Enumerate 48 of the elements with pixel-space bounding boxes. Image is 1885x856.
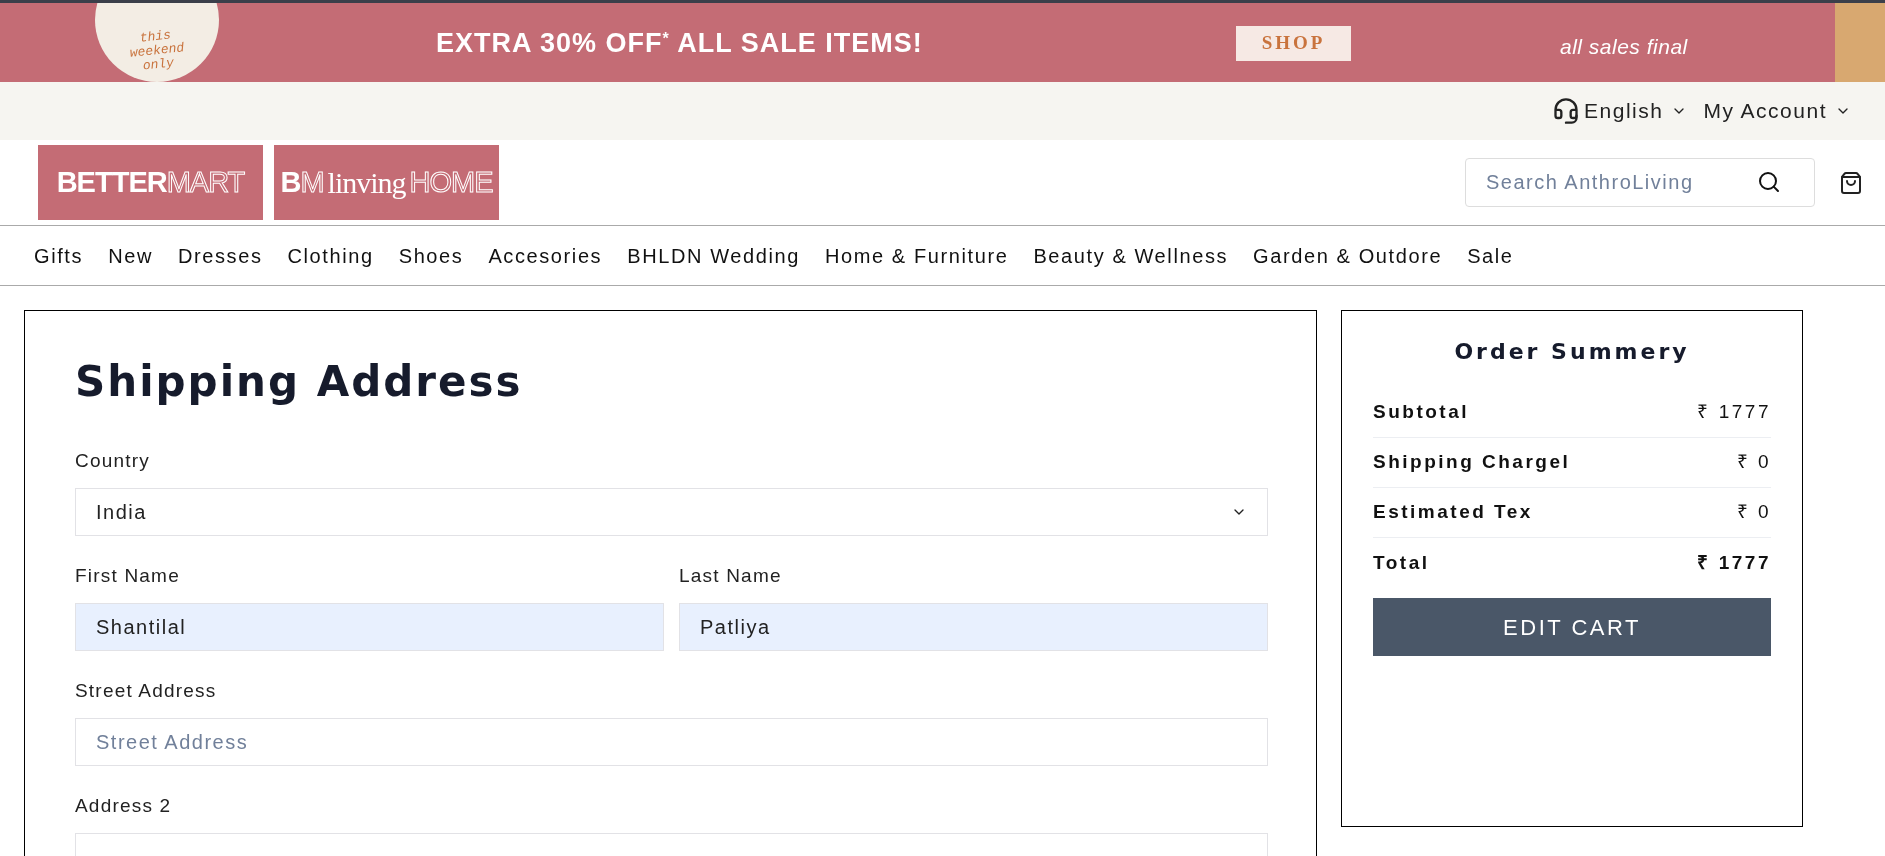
summary-amount: ₹ 1777 [1697, 550, 1771, 575]
logo-text: MART [166, 168, 245, 197]
edit-cart-button[interactable]: EDIT CART [1373, 598, 1771, 656]
promo-headline: EXTRA 30% OFF$^{*}$ ALL SALE ITEMS! [436, 27, 923, 60]
field-label: Street Address [75, 681, 218, 700]
nav-link[interactable]: Gifts [34, 240, 84, 271]
field-label: Country [75, 451, 151, 470]
summary-amount: ₹ 1777 [1697, 400, 1771, 425]
field-label: First Name [75, 566, 181, 585]
summary-label: Estimated Tex [1373, 500, 1533, 525]
nav-link[interactable]: Shoes [398, 240, 464, 271]
language-selector[interactable]: English [1584, 95, 1688, 127]
badge-text: this weekend only [128, 26, 186, 76]
summary-title: Order Summery [1453, 338, 1691, 366]
nav-link[interactable]: Dresses [177, 240, 263, 271]
field-label: Address 2 [75, 796, 173, 815]
shopping-bag-icon[interactable] [1839, 170, 1863, 195]
field-label: Last Name [679, 566, 783, 585]
logo-text: B [280, 168, 301, 197]
nav-link[interactable]: Sale [1467, 240, 1514, 271]
summary-amount: ₹ 0 [1736, 500, 1771, 525]
promo-note: all sales final [1560, 34, 1688, 60]
summary-label: Subtotal [1373, 400, 1469, 425]
nav-link[interactable]: Garden & Outdore [1253, 240, 1443, 271]
logo-text: M [300, 168, 324, 197]
search-field[interactable]: Search AnthroLiving [1465, 158, 1815, 207]
search-icon[interactable] [1757, 170, 1781, 194]
brand-logo[interactable]: BMlinvingHOME [274, 145, 499, 220]
input-field[interactable]: Shantilal [75, 603, 664, 651]
nav-link[interactable]: New [108, 240, 153, 271]
input-field[interactable]: Patliya [679, 603, 1268, 651]
nav-link[interactable]: BHLDN Wedding [627, 240, 800, 271]
nav-link[interactable]: Clothing [287, 240, 374, 271]
summary-label: Total [1373, 550, 1430, 575]
account-menu[interactable]: My Account [1703, 95, 1851, 127]
logo-text: HOME [409, 168, 493, 197]
nav-link[interactable]: Accesories [488, 240, 603, 271]
summary-amount: ₹ 0 [1736, 450, 1771, 475]
headset-icon [1552, 97, 1581, 125]
logo-text: linving [327, 167, 406, 198]
summary-label: Shipping Chargel [1373, 450, 1571, 475]
nav-link[interactable]: Beauty & Wellness [1033, 240, 1229, 271]
brand-logo[interactable]: BETTERMART [38, 145, 263, 220]
nav-link[interactable]: Home & Furniture [824, 240, 1009, 271]
input-field[interactable]: Street Address [75, 718, 1268, 766]
page-title: Shipping Address [75, 361, 524, 403]
logo-text: BETTER [56, 168, 167, 197]
country-select[interactable]: India [75, 488, 1268, 536]
